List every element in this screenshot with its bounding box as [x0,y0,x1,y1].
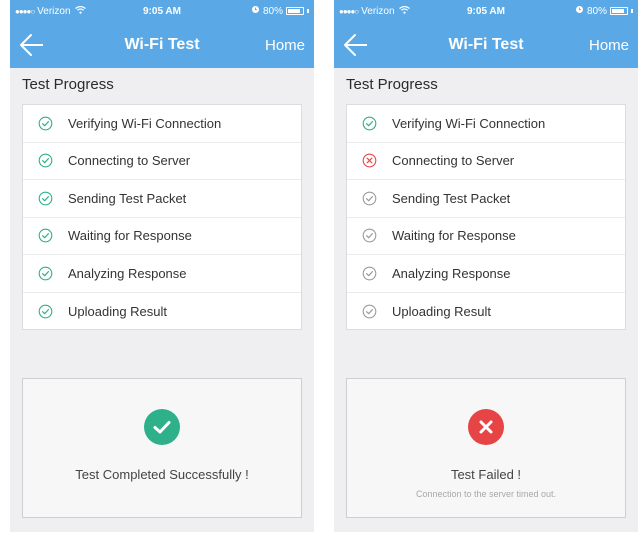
wifi-icon [74,5,86,16]
checkmark-circle-icon [144,409,180,445]
step-item: Verifying Wi-Fi Connection [347,105,625,143]
section-title: Test Progress [22,76,114,93]
status-bar: ●●●●○ Verizon 9:05 AM 80% [334,0,638,22]
x-circle-icon [362,153,377,168]
battery-percentage: 80% [586,5,607,17]
step-label: Sending Test Packet [392,190,511,206]
alarm-icon [251,5,260,17]
step-item: Sending Test Packet [23,180,301,218]
signal-strength-icon: ●●●●○ [339,6,359,16]
battery-icon [610,7,628,15]
step-item: Uploading Result [347,293,625,331]
step-label: Uploading Result [68,303,168,319]
home-button[interactable]: Home [589,37,629,54]
pending-check-icon [362,228,377,243]
result-detail: Connection to the server timed out. [415,489,557,499]
test-steps-list: Verifying Wi-Fi Connection Connecting to… [346,104,626,330]
step-label: Connecting to Server [68,153,191,169]
phone-screen-success: ●●●●○ Verizon 9:05 AM 80% Wi-Fi Test Hom… [10,0,314,532]
battery-icon [286,7,304,15]
check-circle-icon [38,304,53,319]
pending-check-icon [362,266,377,281]
pending-check-icon [362,191,377,206]
step-item: Analyzing Response [347,255,625,293]
result-message: Test Completed Successfully ! [75,467,249,482]
step-label: Verifying Wi-Fi Connection [392,115,546,131]
check-circle-icon [38,116,53,131]
step-label: Connecting to Server [392,153,515,169]
step-item: Sending Test Packet [347,180,625,218]
status-bar: ●●●●○ Verizon 9:05 AM 80% [10,0,314,22]
step-item: Waiting for Response [347,218,625,255]
signal-strength-icon: ●●●●○ [15,6,35,16]
step-item: Connecting to Server [347,143,625,180]
battery-percentage: 80% [262,5,283,17]
check-circle-icon [38,191,53,206]
phone-screen-failure: ●●●●○ Verizon 9:05 AM 80% Wi-Fi Test Hom… [334,0,638,532]
wifi-icon [398,5,410,16]
step-label: Waiting for Response [68,228,192,244]
step-item: Uploading Result [23,293,301,331]
step-label: Waiting for Response [392,228,516,244]
check-circle-icon [38,266,53,281]
check-circle-icon [38,153,53,168]
navigation-bar: Wi-Fi Test Home [334,22,638,68]
step-label: Sending Test Packet [68,190,187,206]
test-steps-list: Verifying Wi-Fi Connection Connecting to… [22,104,302,330]
step-label: Verifying Wi-Fi Connection [68,115,222,131]
step-label: Analyzing Response [68,265,187,281]
home-button[interactable]: Home [265,37,305,54]
alarm-icon [575,5,584,17]
section-title: Test Progress [346,76,438,93]
navigation-bar: Wi-Fi Test Home [10,22,314,68]
result-panel: Test Failed ! Connection to the server t… [346,378,626,518]
step-item: Verifying Wi-Fi Connection [23,105,301,143]
step-item: Analyzing Response [23,255,301,293]
result-message: Test Failed ! [450,467,522,482]
step-label: Analyzing Response [392,265,511,281]
check-circle-icon [362,116,377,131]
result-panel: Test Completed Successfully ! [22,378,302,518]
step-item: Waiting for Response [23,218,301,255]
pending-check-icon [362,304,377,319]
carrier-name: Verizon [37,5,71,17]
carrier-name: Verizon [361,5,395,17]
check-circle-icon [38,228,53,243]
step-item: Connecting to Server [23,143,301,180]
x-circle-icon [468,409,504,445]
step-label: Uploading Result [392,303,492,319]
